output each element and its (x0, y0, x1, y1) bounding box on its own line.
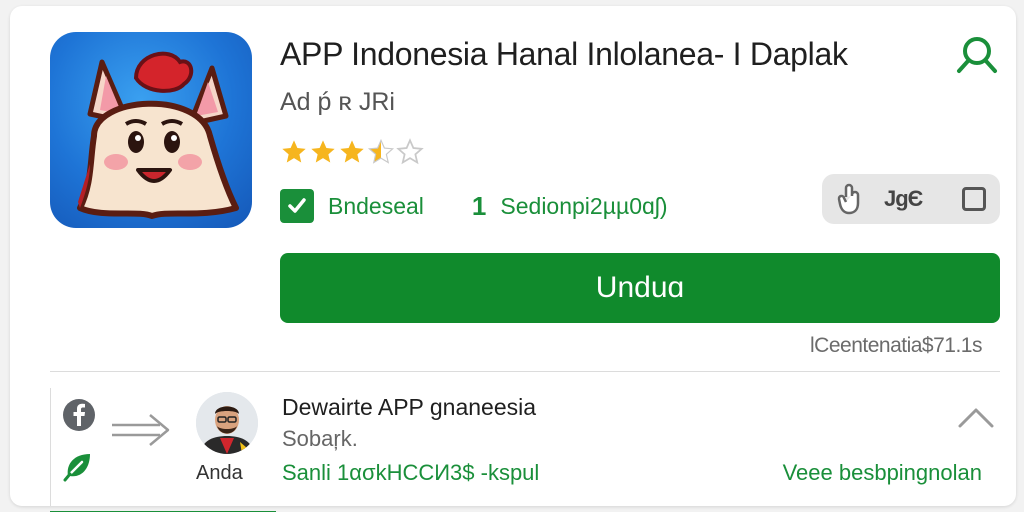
downloads-count: 1 (471, 190, 487, 221)
check-icon (280, 189, 314, 223)
developer-name[interactable]: Ad ṕ ʀ JRi (280, 88, 395, 117)
facebook-icon[interactable] (62, 398, 96, 432)
star-icon (340, 140, 364, 163)
badge-label: Bndeseal (328, 192, 424, 219)
install-button[interactable]: Unduɑ (280, 253, 1000, 323)
arrows-icon (112, 414, 170, 446)
badge-row: Bndeseal 1 Sedionpi2µµ0ɑʃ) (280, 186, 668, 226)
star-empty-icon (396, 138, 424, 165)
mascot-illustration (77, 51, 239, 219)
like-pill-button[interactable]: JɡЄ (822, 174, 1000, 224)
size-info: lCeentenatia$71.1s (810, 334, 982, 357)
rating-stars (280, 138, 424, 166)
leaf-icon (63, 454, 90, 482)
downloads-label: Sedionpi2µµ0ɑʃ) (500, 192, 668, 219)
left-border (50, 388, 51, 506)
star-half-icon (367, 138, 395, 164)
review-meta[interactable]: Sanli 1ασkHССИ3$ -kspul (282, 460, 539, 486)
checkbox-icon[interactable] (962, 187, 986, 211)
review-title: Dewairte APP gnaneesia (282, 394, 537, 420)
avatar-label: Anda (196, 462, 243, 484)
hand-icon (837, 183, 860, 215)
app-detail-card: APP Indonesia Hanal Inlolanea- I Daplak … (10, 6, 1016, 512)
chevron-up-icon[interactable] (956, 404, 996, 432)
star-icon (311, 140, 335, 163)
pill-count: JɡЄ (884, 186, 923, 211)
app-icon[interactable] (50, 32, 252, 228)
section-divider (50, 371, 1000, 372)
app-title: APP Indonesia Hanal Inlolanea- I Daplak (280, 36, 848, 72)
see-more-link[interactable]: Veee besbpingnolan (783, 460, 982, 486)
star-icon (282, 140, 306, 163)
search-button[interactable] (952, 32, 1002, 78)
review-subtitle: Sobaŗk. (282, 426, 358, 451)
avatar[interactable] (196, 392, 258, 454)
search-icon (957, 37, 997, 73)
avatar-portrait (196, 392, 258, 454)
